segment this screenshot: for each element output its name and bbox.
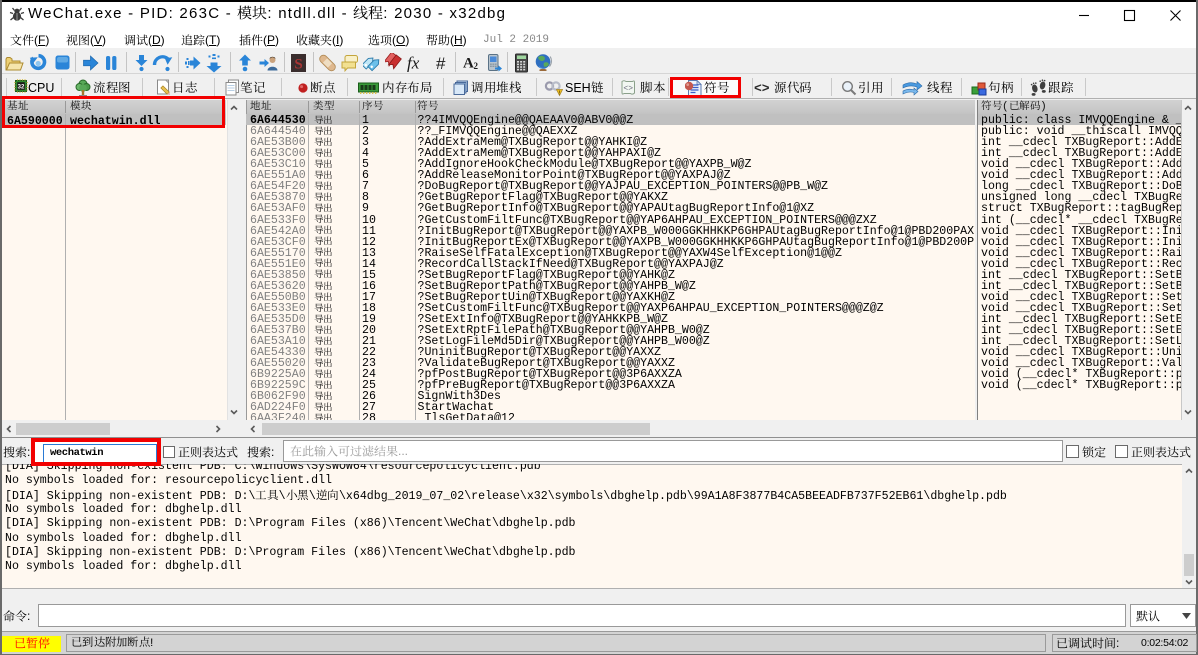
svg-text:<>: <> [754,81,770,96]
svg-text:#: # [436,54,446,73]
svg-text:<>: <> [623,85,633,94]
svg-text:fx: fx [407,54,420,73]
svg-text:A: A [463,56,474,72]
svg-text:32: 32 [18,85,25,91]
svg-text:2: 2 [474,61,479,71]
svg-text:S: S [294,57,302,73]
